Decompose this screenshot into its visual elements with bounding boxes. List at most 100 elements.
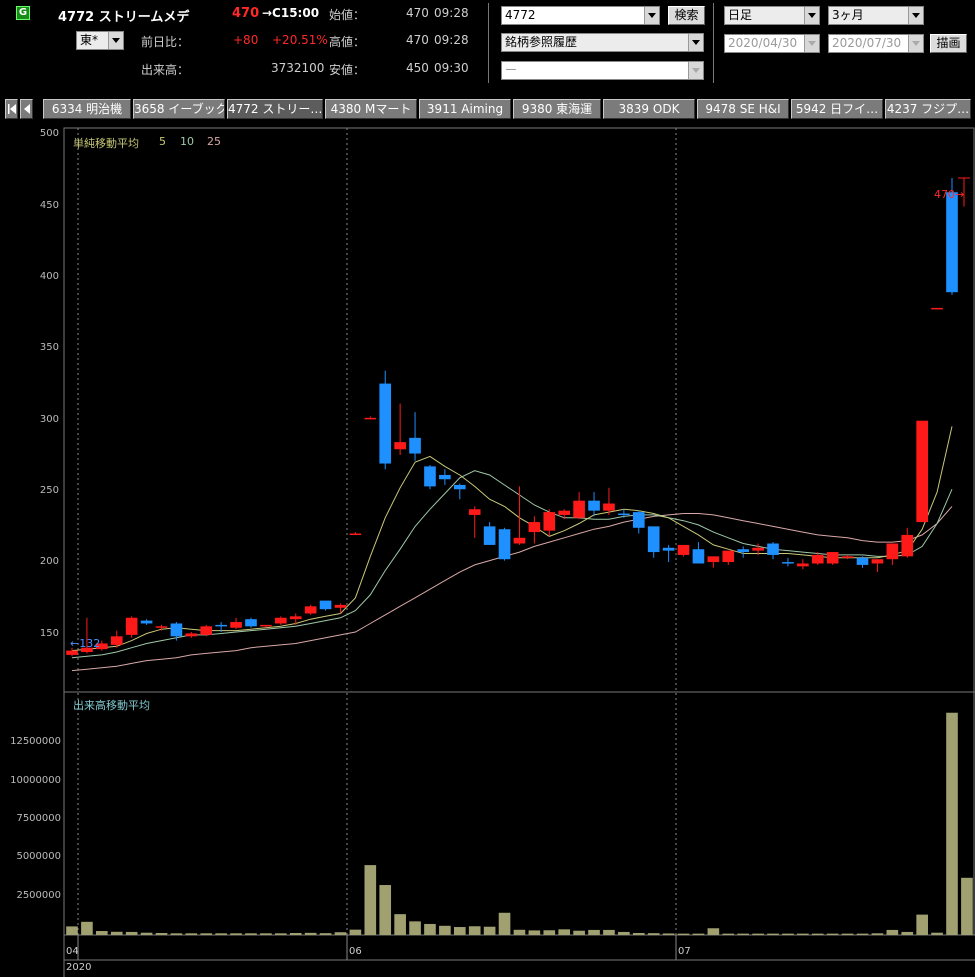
volume-bar bbox=[379, 885, 392, 935]
from-date-picker[interactable]: 2020/04/30 bbox=[724, 34, 820, 53]
volume-bar bbox=[394, 914, 406, 935]
volume-bar bbox=[155, 933, 168, 935]
range-select[interactable]: 3ヶ月 bbox=[828, 6, 924, 25]
volume-bar bbox=[901, 931, 914, 935]
volume-bar bbox=[856, 933, 869, 935]
candle-body bbox=[662, 547, 675, 551]
volume-bar-today bbox=[961, 877, 973, 935]
volume-bar bbox=[334, 932, 347, 935]
code-input-value: 4772 bbox=[505, 8, 536, 22]
volume-bar bbox=[632, 933, 645, 935]
volume-bar bbox=[453, 927, 466, 935]
candle-body bbox=[155, 626, 168, 628]
interval-select[interactable]: 日足 bbox=[724, 6, 820, 25]
candle-body bbox=[274, 617, 287, 624]
volume-bar bbox=[692, 933, 705, 935]
price-volume-chart[interactable] bbox=[0, 121, 975, 977]
high-label: 高値： bbox=[329, 35, 366, 49]
volume-bar bbox=[483, 926, 496, 935]
candle-body bbox=[140, 620, 153, 624]
volume-bar bbox=[364, 865, 377, 935]
stock-tab[interactable]: 3658 イーブック bbox=[133, 99, 225, 119]
stock-title: 4772 ストリームメデ bbox=[58, 10, 190, 25]
volume-tick-label: 12500000 bbox=[10, 736, 61, 748]
draw-button[interactable]: 描画 bbox=[930, 34, 967, 53]
stock-tab[interactable]: 4380 Mマート bbox=[325, 99, 417, 119]
volume-bar bbox=[200, 933, 213, 935]
volume-tick-label: 5000000 bbox=[16, 851, 61, 863]
volume-bar bbox=[871, 933, 884, 935]
third-select-value: ー bbox=[505, 63, 518, 77]
volume-bar bbox=[618, 931, 630, 935]
stock-tab[interactable]: 3911 Aiming bbox=[419, 99, 511, 119]
candle-body bbox=[483, 526, 496, 545]
price-tick-label: 300 bbox=[39, 413, 59, 425]
stock-tab[interactable]: 9380 東海運 bbox=[513, 99, 601, 119]
low-value: 450 bbox=[406, 61, 429, 75]
price-tick-label: 200 bbox=[39, 556, 59, 568]
price-tick-label: 400 bbox=[39, 270, 59, 282]
change-value: +80 bbox=[233, 33, 259, 47]
candle-body bbox=[513, 537, 526, 544]
volume-bar bbox=[931, 932, 943, 935]
stock-tab-bar: 6334 明治機 3658 イーブック 4772 ストリー… 4380 Mマート 391… bbox=[0, 97, 975, 121]
candle-body bbox=[737, 549, 750, 553]
start-price-marker: ←132 bbox=[70, 637, 101, 650]
volume-bar bbox=[468, 926, 481, 935]
volume-bar bbox=[498, 912, 511, 935]
third-select[interactable]: ー bbox=[501, 61, 704, 80]
low-label: 安値： bbox=[329, 63, 366, 77]
last-time: →C15:00 bbox=[262, 6, 320, 20]
volume-bar bbox=[513, 929, 526, 935]
high-value: 470 bbox=[406, 33, 429, 47]
price-tick-label: 350 bbox=[39, 342, 59, 354]
ma-legend-25: 25 bbox=[207, 135, 221, 148]
tab-scroll-first[interactable] bbox=[5, 99, 18, 119]
volume-bar bbox=[349, 929, 362, 935]
stock-tab[interactable]: 9478 SE H&I bbox=[697, 99, 789, 119]
volume-bar bbox=[782, 933, 794, 935]
candle-body bbox=[752, 547, 764, 551]
volume-bar bbox=[274, 933, 287, 935]
candle-body bbox=[811, 554, 824, 564]
candle-body bbox=[319, 600, 332, 610]
candle-body bbox=[632, 512, 645, 528]
to-date-value: 2020/07/30 bbox=[832, 36, 902, 50]
candle-body bbox=[916, 420, 928, 523]
from-date-value: 2020/04/30 bbox=[728, 36, 798, 50]
x-month-label-jun: 06 bbox=[349, 946, 362, 957]
candle-body bbox=[215, 624, 227, 627]
volume-bar bbox=[81, 921, 93, 935]
candle-body bbox=[707, 556, 720, 563]
stock-tab[interactable]: 4772 ストリー… bbox=[227, 99, 323, 119]
volume-bar bbox=[916, 914, 928, 935]
stock-tab[interactable]: 6334 明治機 bbox=[43, 99, 131, 119]
volume-bar bbox=[215, 933, 227, 935]
search-button[interactable]: 検索 bbox=[668, 6, 705, 25]
price-tick-label: 150 bbox=[39, 627, 59, 639]
exchange-select[interactable]: 東* bbox=[76, 31, 124, 50]
chevron-down-icon bbox=[804, 7, 819, 24]
candle-body bbox=[618, 513, 630, 516]
exchange-select-value: 東* bbox=[80, 33, 99, 47]
stock-tab[interactable]: 5942 日フイ… bbox=[791, 99, 883, 119]
chevron-down-icon bbox=[644, 7, 659, 24]
volume-bar bbox=[603, 929, 615, 935]
tab-scroll-prev[interactable] bbox=[20, 99, 33, 119]
code-input[interactable]: 4772 bbox=[501, 6, 660, 25]
stock-tab[interactable]: 3839 ODK bbox=[603, 99, 695, 119]
prev-change-label: 前日比： bbox=[141, 35, 190, 49]
to-date-picker[interactable]: 2020/07/30 bbox=[828, 34, 924, 53]
candle-body bbox=[498, 529, 511, 560]
interval-select-value: 日足 bbox=[728, 8, 753, 22]
volume-tick-label: 2500000 bbox=[16, 889, 61, 901]
candle-body bbox=[125, 617, 138, 635]
volume-label: 出来高： bbox=[141, 63, 190, 77]
candle-body bbox=[185, 633, 198, 637]
history-select[interactable]: 銘柄参照履歴 bbox=[501, 33, 704, 52]
volume-bar bbox=[439, 925, 451, 935]
stock-tab[interactable]: 4237 フジプ… bbox=[885, 99, 971, 119]
chevron-down-icon bbox=[108, 32, 123, 49]
low-time: 09:30 bbox=[434, 61, 469, 75]
volume-bar bbox=[125, 931, 138, 935]
